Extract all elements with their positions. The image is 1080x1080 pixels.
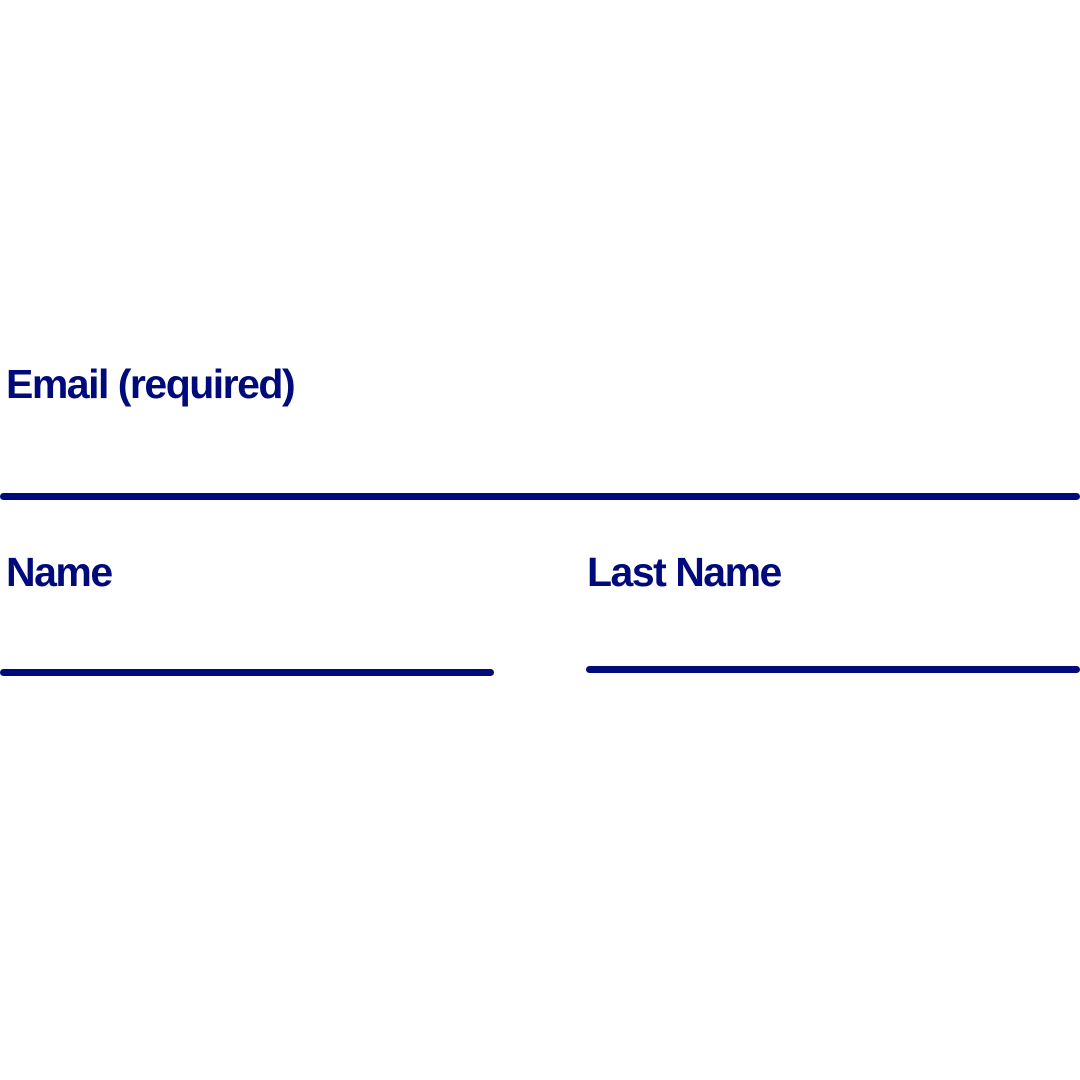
last-name-field-group: Last Name xyxy=(586,548,1080,683)
last-name-label: Last Name xyxy=(587,549,782,595)
last-name-input[interactable] xyxy=(586,612,1080,664)
name-underline xyxy=(0,669,494,676)
last-name-underline xyxy=(586,666,1080,673)
email-label: Email (required) xyxy=(6,361,296,407)
email-input[interactable] xyxy=(0,434,1080,490)
name-label: Name xyxy=(6,549,113,595)
name-input[interactable] xyxy=(0,614,494,666)
email-underline xyxy=(0,493,1080,500)
email-field-group: Email (required) xyxy=(0,360,1080,505)
name-field-group: Name xyxy=(0,548,494,683)
